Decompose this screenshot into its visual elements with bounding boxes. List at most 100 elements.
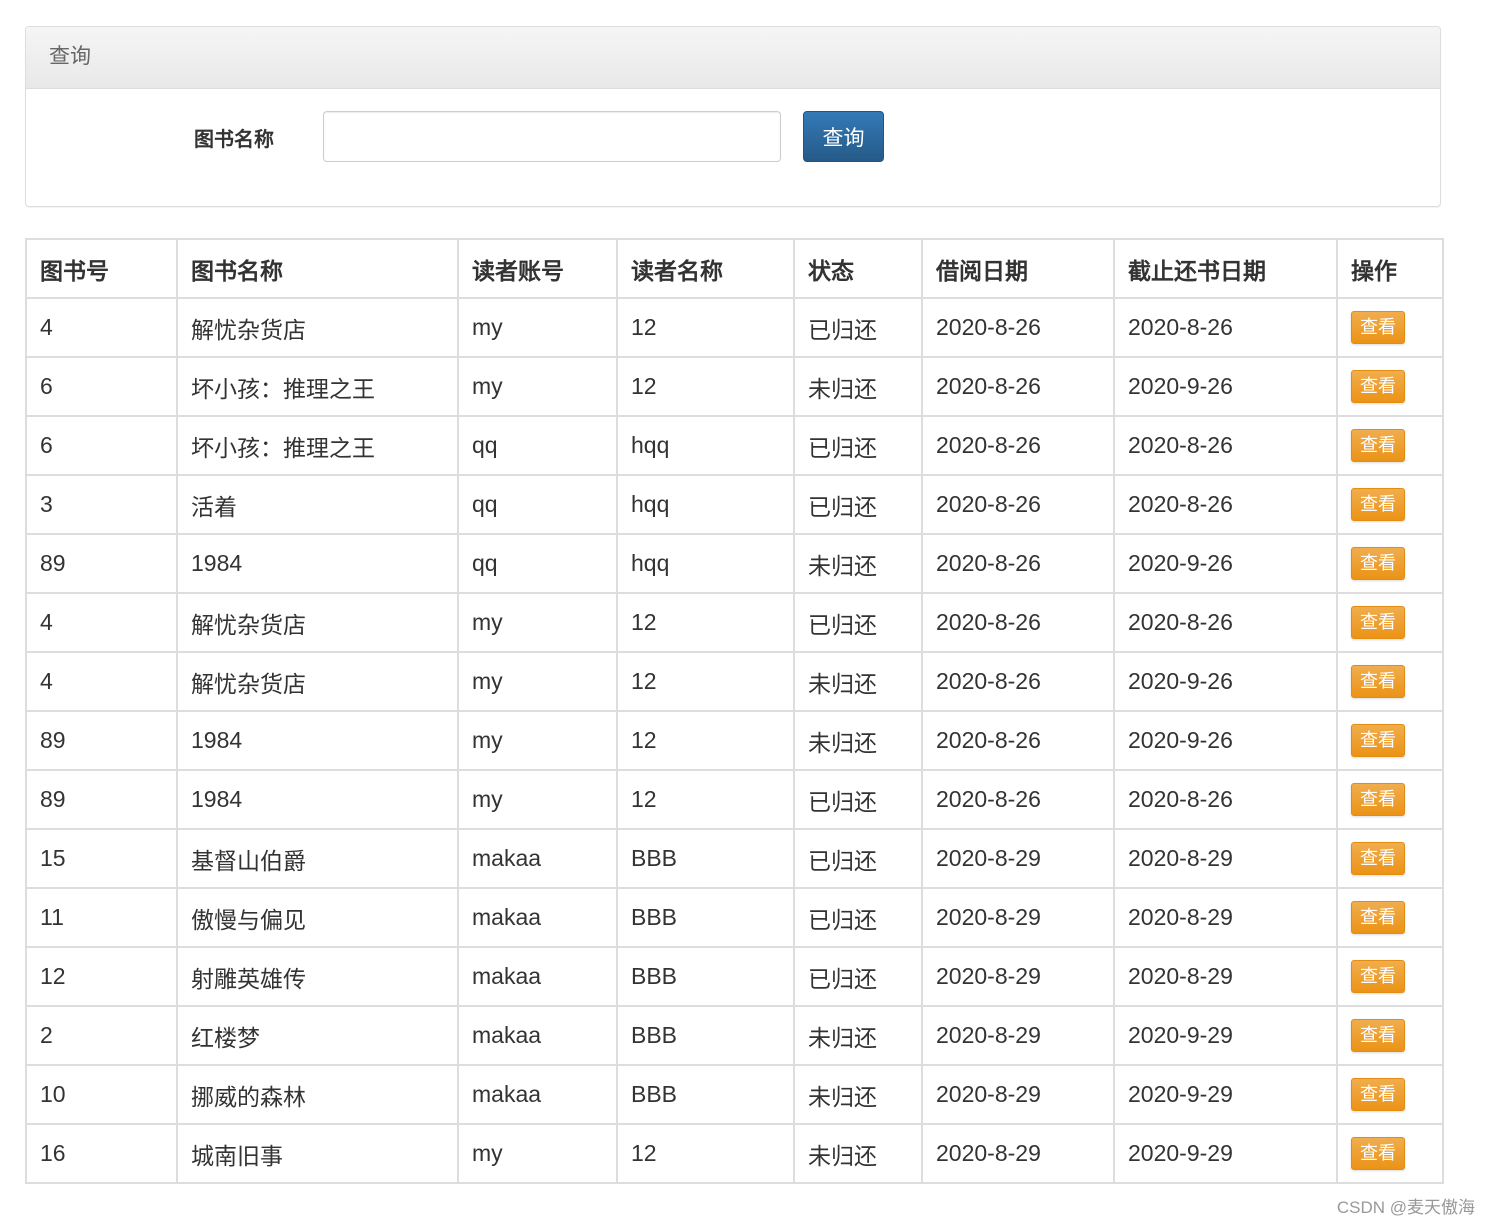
cell-action: 查看 bbox=[1336, 710, 1444, 771]
book-name-label: 图书名称 bbox=[194, 129, 274, 151]
header-due-date: 截止还书日期 bbox=[1113, 238, 1338, 299]
cell-due-date: 2020-9-26 bbox=[1113, 356, 1338, 417]
cell-borrow-date: 2020-8-26 bbox=[921, 769, 1115, 830]
cell-action: 查看 bbox=[1336, 1064, 1444, 1125]
cell-book-name: 解忧杂货店 bbox=[176, 592, 459, 653]
cell-book-name: 解忧杂货店 bbox=[176, 297, 459, 358]
cell-borrow-date: 2020-8-26 bbox=[921, 651, 1115, 712]
view-button[interactable]: 查看 bbox=[1351, 1137, 1405, 1170]
cell-borrow-date: 2020-8-26 bbox=[921, 592, 1115, 653]
cell-due-date: 2020-8-29 bbox=[1113, 828, 1338, 889]
cell-book-id: 4 bbox=[25, 297, 178, 358]
cell-book-id: 11 bbox=[25, 887, 178, 948]
table-row: 4 解忧杂货店 my 12 未归还 2020-8-26 2020-9-26 查看 bbox=[25, 651, 1444, 712]
cell-due-date: 2020-9-26 bbox=[1113, 651, 1338, 712]
cell-status: 已归还 bbox=[793, 415, 923, 476]
table-row: 89 1984 qq hqq 未归还 2020-8-26 2020-9-26 查看 bbox=[25, 533, 1444, 594]
cell-reader-account: my bbox=[457, 769, 618, 830]
cell-status: 未归还 bbox=[793, 1005, 923, 1066]
cell-reader-name: 12 bbox=[616, 592, 795, 653]
cell-status: 已归还 bbox=[793, 769, 923, 830]
cell-book-id: 89 bbox=[25, 710, 178, 771]
header-action: 操作 bbox=[1336, 238, 1444, 299]
view-button[interactable]: 查看 bbox=[1351, 606, 1405, 639]
header-book-name: 图书名称 bbox=[176, 238, 459, 299]
view-button[interactable]: 查看 bbox=[1351, 488, 1405, 521]
view-button[interactable]: 查看 bbox=[1351, 547, 1405, 580]
cell-reader-name: BBB bbox=[616, 1064, 795, 1125]
cell-reader-name: BBB bbox=[616, 828, 795, 889]
header-reader-name: 读者名称 bbox=[616, 238, 795, 299]
book-name-input[interactable] bbox=[323, 111, 781, 162]
view-button[interactable]: 查看 bbox=[1351, 665, 1405, 698]
cell-borrow-date: 2020-8-29 bbox=[921, 887, 1115, 948]
cell-book-name: 活着 bbox=[176, 474, 459, 535]
cell-reader-name: hqq bbox=[616, 415, 795, 476]
cell-borrow-date: 2020-8-26 bbox=[921, 415, 1115, 476]
view-button[interactable]: 查看 bbox=[1351, 783, 1405, 816]
view-button[interactable]: 查看 bbox=[1351, 429, 1405, 462]
cell-reader-name: 12 bbox=[616, 297, 795, 358]
cell-book-id: 2 bbox=[25, 1005, 178, 1066]
view-button[interactable]: 查看 bbox=[1351, 370, 1405, 403]
view-button[interactable]: 查看 bbox=[1351, 842, 1405, 875]
cell-due-date: 2020-9-29 bbox=[1113, 1123, 1338, 1184]
cell-book-name: 1984 bbox=[176, 533, 459, 594]
cell-due-date: 2020-8-29 bbox=[1113, 887, 1338, 948]
cell-borrow-date: 2020-8-29 bbox=[921, 1005, 1115, 1066]
view-button[interactable]: 查看 bbox=[1351, 724, 1405, 757]
view-button[interactable]: 查看 bbox=[1351, 901, 1405, 934]
cell-reader-name: BBB bbox=[616, 887, 795, 948]
cell-borrow-date: 2020-8-26 bbox=[921, 356, 1115, 417]
panel-title: 查询 bbox=[26, 27, 1440, 89]
cell-due-date: 2020-8-26 bbox=[1113, 769, 1338, 830]
cell-book-id: 6 bbox=[25, 356, 178, 417]
cell-book-id: 12 bbox=[25, 946, 178, 1007]
table-row: 15 基督山伯爵 makaa BBB 已归还 2020-8-29 2020-8-29 查看 bbox=[25, 828, 1444, 889]
cell-book-name: 射雕英雄传 bbox=[176, 946, 459, 1007]
view-button[interactable]: 查看 bbox=[1351, 1019, 1405, 1052]
cell-status: 未归还 bbox=[793, 533, 923, 594]
search-panel: 查询 图书名称 查询 bbox=[25, 26, 1441, 207]
cell-book-name: 基督山伯爵 bbox=[176, 828, 459, 889]
cell-due-date: 2020-9-26 bbox=[1113, 710, 1338, 771]
cell-action: 查看 bbox=[1336, 828, 1444, 889]
cell-action: 查看 bbox=[1336, 1005, 1444, 1066]
cell-due-date: 2020-8-26 bbox=[1113, 474, 1338, 535]
table-row: 6 坏小孩：推理之王 qq hqq 已归还 2020-8-26 2020-8-26 查看 bbox=[25, 415, 1444, 476]
table-row: 89 1984 my 12 未归还 2020-8-26 2020-9-26 查看 bbox=[25, 710, 1444, 771]
cell-book-name: 傲慢与偏见 bbox=[176, 887, 459, 948]
cell-reader-account: my bbox=[457, 356, 618, 417]
table-row: 16 城南旧事 my 12 未归还 2020-8-29 2020-9-29 查看 bbox=[25, 1123, 1444, 1184]
cell-action: 查看 bbox=[1336, 474, 1444, 535]
cell-reader-account: my bbox=[457, 592, 618, 653]
cell-due-date: 2020-9-26 bbox=[1113, 533, 1338, 594]
cell-status: 已归还 bbox=[793, 946, 923, 1007]
cell-borrow-date: 2020-8-26 bbox=[921, 474, 1115, 535]
cell-action: 查看 bbox=[1336, 592, 1444, 653]
header-borrow-date: 借阅日期 bbox=[921, 238, 1115, 299]
view-button[interactable]: 查看 bbox=[1351, 1078, 1405, 1111]
cell-reader-account: my bbox=[457, 1123, 618, 1184]
cell-reader-name: BBB bbox=[616, 1005, 795, 1066]
cell-status: 未归还 bbox=[793, 651, 923, 712]
cell-due-date: 2020-8-29 bbox=[1113, 946, 1338, 1007]
cell-reader-account: makaa bbox=[457, 828, 618, 889]
view-button[interactable]: 查看 bbox=[1351, 960, 1405, 993]
cell-action: 查看 bbox=[1336, 887, 1444, 948]
view-button[interactable]: 查看 bbox=[1351, 311, 1405, 344]
cell-reader-name: 12 bbox=[616, 651, 795, 712]
table-row: 2 红楼梦 makaa BBB 未归还 2020-8-29 2020-9-29 查看 bbox=[25, 1005, 1444, 1066]
cell-borrow-date: 2020-8-26 bbox=[921, 297, 1115, 358]
cell-action: 查看 bbox=[1336, 769, 1444, 830]
cell-status: 已归还 bbox=[793, 474, 923, 535]
search-button[interactable]: 查询 bbox=[803, 111, 884, 162]
cell-book-name: 坏小孩：推理之王 bbox=[176, 356, 459, 417]
cell-reader-account: makaa bbox=[457, 1064, 618, 1125]
watermark: CSDN @麦天傲海 bbox=[1336, 1198, 1475, 1217]
cell-book-name: 挪威的森林 bbox=[176, 1064, 459, 1125]
cell-borrow-date: 2020-8-29 bbox=[921, 828, 1115, 889]
table-row: 12 射雕英雄传 makaa BBB 已归还 2020-8-29 2020-8-29 查看 bbox=[25, 946, 1444, 1007]
cell-book-name: 坏小孩：推理之王 bbox=[176, 415, 459, 476]
cell-due-date: 2020-8-26 bbox=[1113, 297, 1338, 358]
